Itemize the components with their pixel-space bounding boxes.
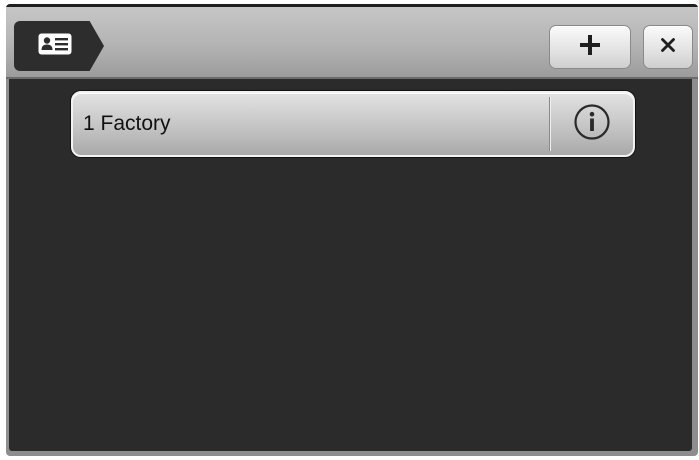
info-button[interactable] [551,93,633,155]
list-item-label: 1 Factory [83,112,171,135]
profile-list: 1 Factory [9,79,692,451]
add-button[interactable] [549,25,631,69]
close-button[interactable] [643,25,693,69]
titlebar [6,7,698,79]
list-item-factory[interactable]: 1 Factory [71,91,635,157]
profile-tab[interactable] [14,21,104,71]
info-icon [573,103,611,146]
contact-card-icon [38,33,72,60]
close-icon [661,37,675,57]
profile-window: 1 Factory [6,4,698,456]
plus-icon [580,34,600,60]
divider [549,97,550,151]
